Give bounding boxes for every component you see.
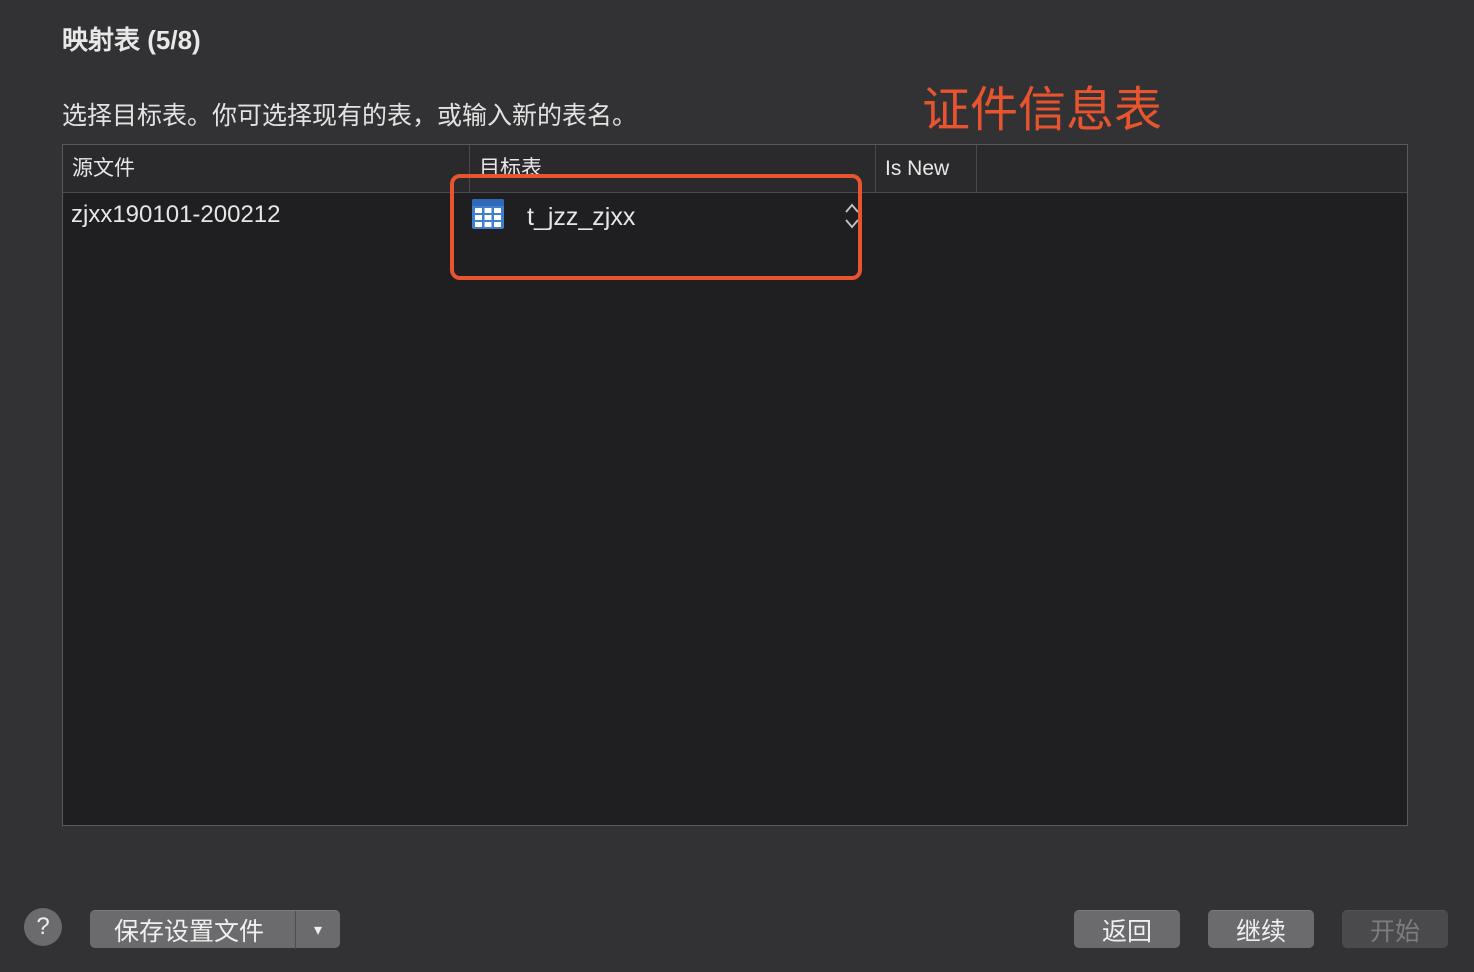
back-button[interactable]: 返回 [1074,910,1180,948]
source-file-cell: zjxx190101-200212 [71,201,281,228]
start-button[interactable]: 开始 [1342,910,1448,948]
annotation-highlight-box [450,174,862,280]
instruction-text: 选择目标表。你可选择现有的表，或输入新的表名。 [62,102,638,130]
save-settings-button[interactable]: 保存设置文件 ▾ [90,910,340,949]
save-settings-label: 保存设置文件 [114,917,265,946]
column-header-is-new[interactable]: Is New [875,145,977,192]
continue-button[interactable]: 继续 [1208,910,1314,948]
dialog-title: 映射表 (5/8) [62,25,201,55]
help-button[interactable]: ? [24,908,62,946]
annotation-label: 证件信息表 [922,84,1163,137]
column-header-source[interactable]: 源文件 [63,145,469,192]
dropdown-arrow-icon[interactable]: ▾ [296,920,340,940]
